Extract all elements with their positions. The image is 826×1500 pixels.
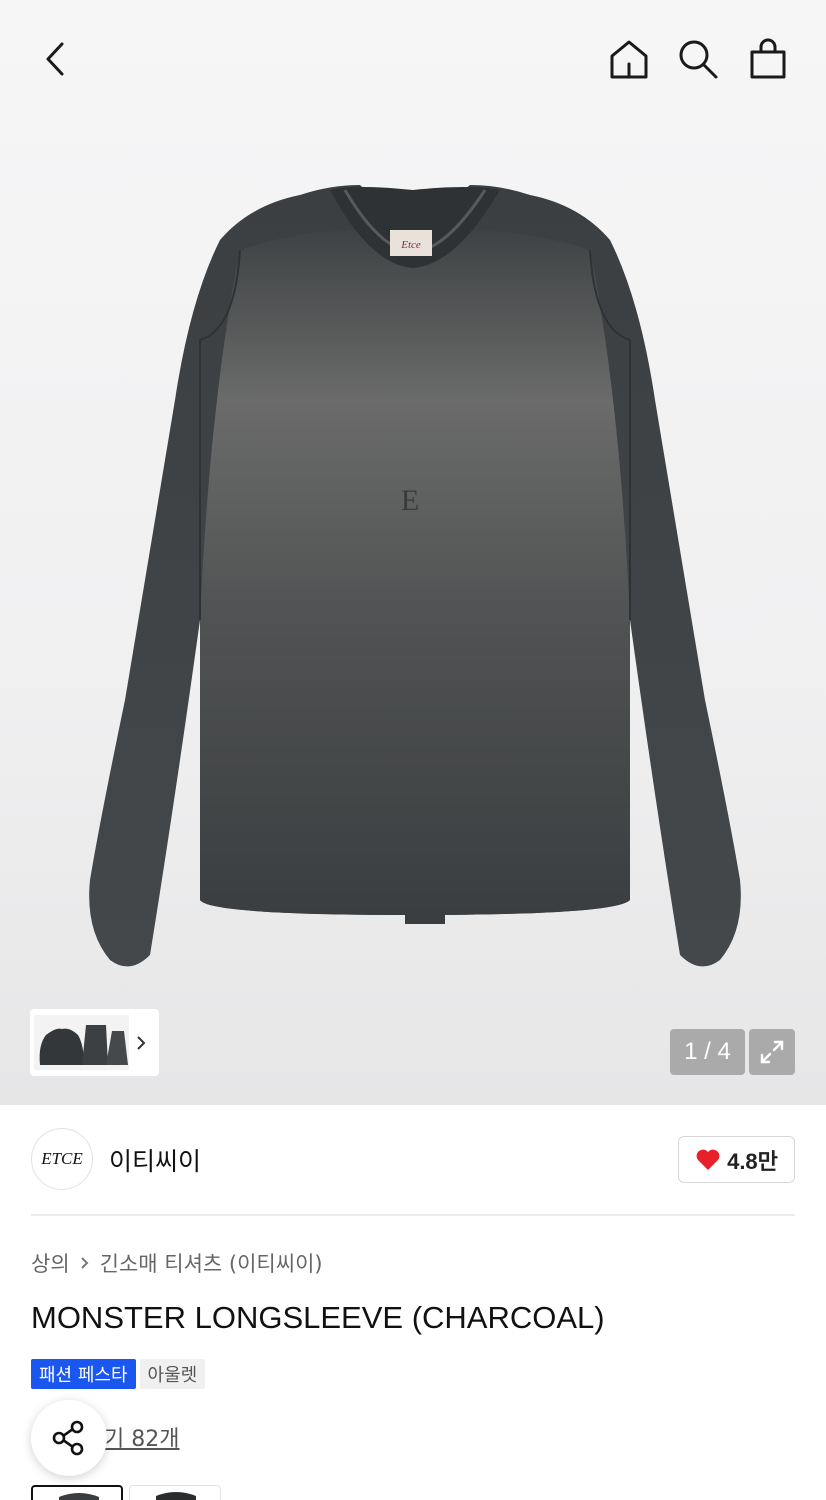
fashion-festa-badge: 패션 페스타 [31,1359,136,1389]
color-option-alt[interactable] [129,1485,221,1500]
search-icon [679,40,718,79]
like-count: 4.8만 [727,1148,778,1174]
badges: 패션 페스타 아울렛 [31,1359,206,1389]
expand-button[interactable] [749,1029,795,1075]
top-navigation-bar [0,0,826,120]
thumbnail-strip[interactable] [30,1009,159,1076]
color-option-thumbnail [59,1493,99,1500]
share-button[interactable] [31,1400,107,1476]
heart-icon [696,1149,720,1170]
home-button[interactable] [601,31,657,87]
like-button[interactable]: 4.8만 [678,1136,795,1183]
cart-button[interactable] [740,31,796,87]
review-count-link[interactable]: 기 82개 [104,1421,179,1453]
breadcrumb-category[interactable]: 상의 [31,1248,70,1278]
product-title: MONSTER LONGSLEEVE (CHARCOAL) [31,1300,605,1335]
shopping-bag-icon [750,38,786,79]
outlet-badge: 아울렛 [139,1359,206,1389]
product-image-sweatshirt: Etce E [89,185,741,967]
thumbnail-image [34,1015,129,1070]
chevron-right-icon [137,1035,146,1050]
brand-row: ETCE 이티씨이 4.8만 [31,1128,795,1192]
share-icon [52,1420,84,1456]
home-icon [610,40,648,79]
color-option-thumbnail [156,1492,196,1500]
back-button[interactable] [27,31,83,87]
color-option-charcoal[interactable] [31,1485,123,1500]
product-gallery[interactable]: Etce E 1 / 4 [0,0,826,1105]
color-options [31,1485,221,1500]
brand-name[interactable]: 이티씨이 [109,1142,201,1178]
expand-icon [760,1040,784,1064]
divider [31,1214,795,1216]
brand-logo[interactable]: ETCE [31,1128,93,1190]
search-button[interactable] [670,31,726,87]
breadcrumb-subcategory[interactable]: 긴소매 티셔츠 (이티씨이) [100,1248,323,1278]
svg-text:E: E [401,484,419,517]
image-counter: 1 / 4 [670,1029,745,1075]
chevron-left-icon [46,42,64,76]
chevron-right-icon [80,1257,89,1269]
breadcrumb: 상의 긴소매 티셔츠 (이티씨이) [31,1248,323,1278]
svg-text:Etce: Etce [400,239,421,251]
